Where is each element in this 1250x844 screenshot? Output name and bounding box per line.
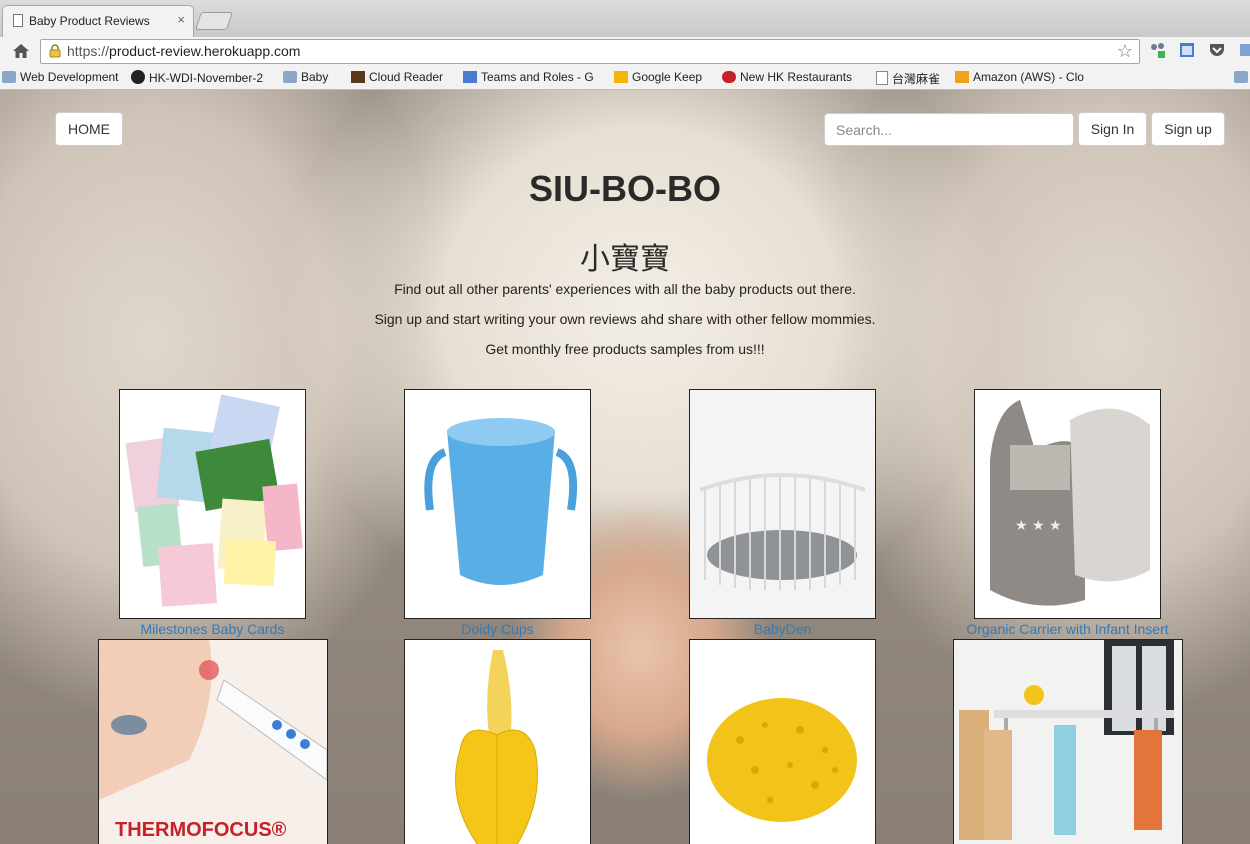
browser-tab-strip: Baby Product Reviews ×	[0, 0, 1250, 37]
page-icon	[876, 71, 888, 85]
url-scheme: https://	[67, 43, 110, 59]
new-tab-button[interactable]	[195, 12, 233, 30]
bookmark-amazon-aws[interactable]: Amazon (AWS) - Clo	[955, 70, 1084, 84]
bookmark-cloud-reader[interactable]: Cloud Reader	[351, 70, 443, 84]
page-title: SIU-BO-BO	[529, 168, 721, 209]
extension-network-icon[interactable]	[1149, 41, 1167, 59]
bookmarks-bar: Web Development HK-WDI-November-2 Baby C…	[0, 65, 1250, 90]
page-icon	[13, 14, 23, 27]
bookmark-new-hk-restaurants[interactable]: New HK Restaurants	[722, 70, 852, 84]
product-image-babyden[interactable]	[689, 389, 876, 619]
product-image-organic-carrier[interactable]: ★ ★ ★	[974, 389, 1161, 619]
github-icon	[131, 70, 145, 84]
page-subtitle: 小寶寶	[580, 242, 670, 277]
bookmark-star-icon[interactable]: ☆	[1117, 42, 1133, 60]
product-image-banana-toothbrush[interactable]	[404, 639, 591, 844]
aws-icon	[955, 71, 969, 83]
search-input[interactable]	[824, 113, 1074, 146]
lock-warning-icon	[49, 44, 61, 58]
bookmark-teams-and-roles[interactable]: Teams and Roles - G	[463, 70, 594, 84]
folder-icon	[283, 71, 297, 83]
product-link-milestones-cards[interactable]: Milestones Baby Cards	[119, 621, 306, 637]
bookmark-web-development[interactable]: Web Development	[2, 70, 119, 84]
sign-up-button[interactable]: Sign up	[1151, 112, 1225, 146]
browser-tab[interactable]: Baby Product Reviews ×	[2, 5, 194, 37]
svg-text:★ ★ ★: ★ ★ ★	[1015, 518, 1062, 534]
folder-icon	[2, 71, 16, 83]
close-icon[interactable]: ×	[177, 12, 185, 27]
sign-in-button[interactable]: Sign In	[1078, 112, 1147, 146]
extension-icon[interactable]	[1238, 41, 1250, 59]
home-button[interactable]: HOME	[55, 112, 123, 146]
thermofocus-logo-text: THERMOFOCUS®	[115, 819, 287, 841]
product-link-doidy-cups[interactable]: Doidy Cups	[404, 621, 591, 637]
kindle-icon	[351, 71, 365, 83]
address-bar[interactable]: https://product-review.herokuapp.com ☆	[40, 39, 1140, 64]
keep-icon	[614, 71, 628, 83]
home-icon[interactable]	[12, 42, 30, 60]
url-text[interactable]: https://product-review.herokuapp.com	[67, 43, 300, 59]
product-image-doidy-cups[interactable]	[404, 389, 591, 619]
google-icon	[463, 71, 477, 83]
product-image-thermofocus[interactable]: THERMOFOCUS®	[98, 639, 328, 844]
calendar-extension-icon[interactable]	[1178, 41, 1196, 59]
bookmark-hk-wdi[interactable]: HK-WDI-November-2	[131, 70, 263, 85]
browser-toolbar: https://product-review.herokuapp.com ☆	[0, 37, 1250, 65]
tagline-1: Find out all other parents' experiences …	[394, 281, 856, 297]
product-link-organic-carrier[interactable]: Organic Carrier with Infant Insert	[956, 621, 1179, 637]
page-background: HOME Sign In Sign up SIU-BO-BO 小寶寶 Find …	[0, 90, 1250, 844]
tagline-3: Get monthly free products samples from u…	[485, 341, 765, 357]
openrice-icon	[722, 71, 736, 83]
product-link-babyden[interactable]: BabyDen	[689, 621, 876, 637]
url-host: product-review.herokuapp.com	[109, 43, 301, 59]
tagline-2: Sign up and start writing your own revie…	[374, 311, 876, 327]
pocket-icon[interactable]	[1208, 41, 1226, 59]
product-image-sea-sponge[interactable]	[689, 639, 876, 844]
product-image-milestones-cards[interactable]	[119, 389, 306, 619]
bookmark-baby[interactable]: Baby	[283, 70, 328, 84]
product-image-high-chairs[interactable]	[953, 639, 1183, 844]
tab-title: Baby Product Reviews	[29, 14, 150, 28]
bookmark-google-keep[interactable]: Google Keep	[614, 70, 702, 84]
bookmark-taiwan-mahjong[interactable]: 台灣麻雀	[876, 70, 940, 87]
bookmark-folder-overflow[interactable]	[1234, 70, 1250, 84]
folder-icon	[1234, 71, 1248, 83]
